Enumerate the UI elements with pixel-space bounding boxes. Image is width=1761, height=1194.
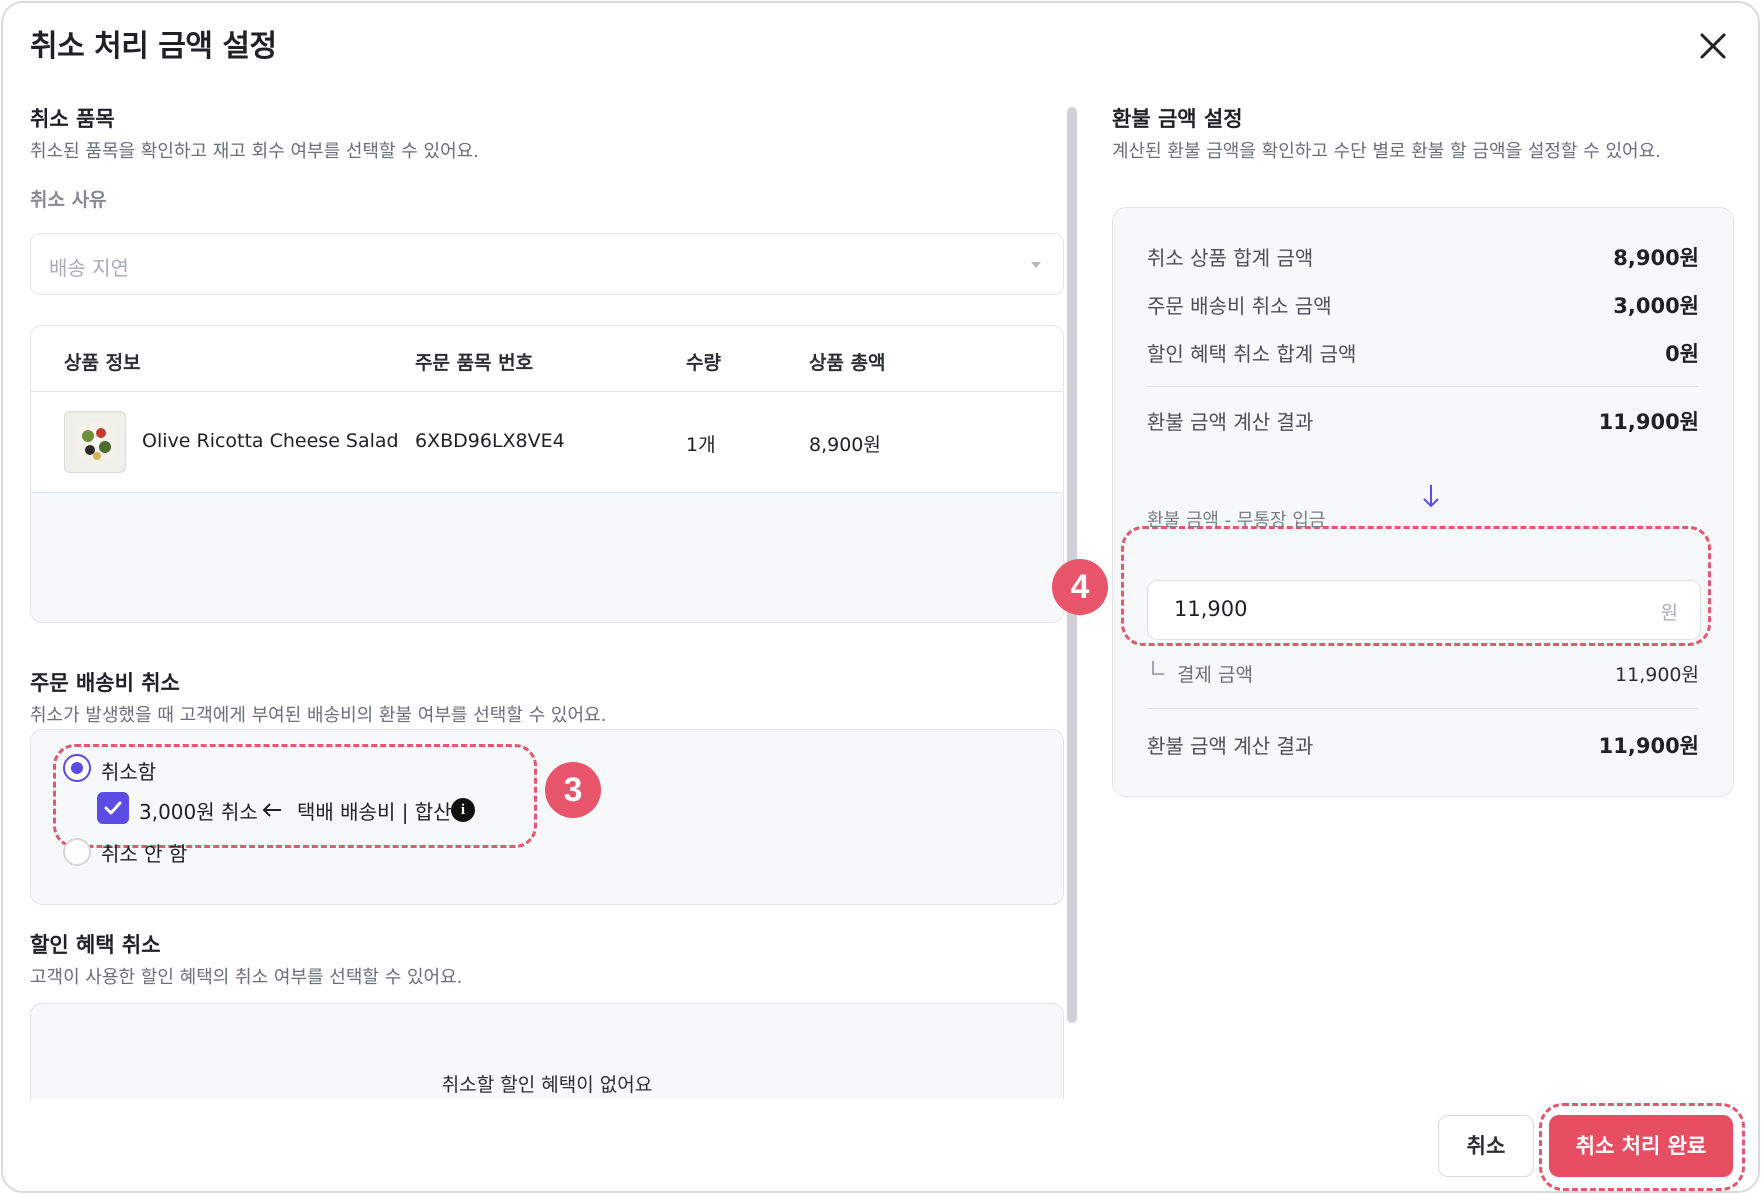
refund-description: 계산된 환불 금액을 확인하고 수단 별로 환불 할 금액을 설정할 수 있어요…: [1112, 141, 1661, 162]
refund-amount-input[interactable]: 11,900 원: [1147, 580, 1701, 640]
shipping-fee-checkbox-label: 3,000원 취소: [139, 800, 258, 824]
shipping-cancel-amount-label: 주문 배송비 취소 금액: [1147, 294, 1332, 318]
cancel-product-total-value: 8,900원: [1613, 246, 1699, 270]
refund-amount-value: 11,900: [1174, 597, 1248, 621]
column-header-qty: 수량: [686, 352, 721, 374]
radio-no-cancel-label: 취소 안 함: [101, 842, 188, 866]
payment-amount-label: 결제 금액: [1177, 664, 1253, 686]
refund-calc-value: 11,900원: [1598, 410, 1699, 434]
radio-no-cancel[interactable]: [63, 838, 91, 866]
table-row: Olive Ricotta Cheese Salad 6XBD96LX8VE4 …: [31, 392, 1063, 493]
refund-method-label: 환불 금액 - 무통장 입금: [1147, 510, 1326, 531]
annotation-badge-3: 3: [545, 762, 601, 818]
shipping-fee-source: 택배 배송비 | 합산: [297, 800, 452, 824]
cancel-reason-label: 취소 사유: [30, 189, 107, 211]
shipping-fee-checkbox[interactable]: [97, 792, 129, 824]
cancel-reason-select[interactable]: 배송 지연: [30, 233, 1064, 295]
final-refund-value: 11,900원: [1598, 734, 1699, 758]
discount-cancel-title: 할인 혜택 취소: [30, 933, 161, 957]
refund-summary-card: 취소 상품 합계 금액 8,900원 주문 배송비 취소 금액 3,000원 할…: [1112, 207, 1734, 797]
refund-amount-unit: 원: [1660, 602, 1678, 624]
cancel-reason-value: 배송 지연: [49, 256, 129, 280]
shipping-cancel-title: 주문 배송비 취소: [30, 671, 180, 695]
product-thumbnail: [64, 411, 126, 473]
cancel-product-total-label: 취소 상품 합계 금액: [1147, 246, 1314, 270]
payment-amount-value: 11,900원: [1615, 664, 1699, 686]
check-icon: [104, 801, 122, 815]
product-name: Olive Ricotta Cheese Salad: [142, 430, 399, 452]
annotation-badge-4: 4: [1052, 559, 1108, 615]
info-icon[interactable]: i: [451, 798, 475, 822]
radio-cancel-label: 취소함: [101, 760, 157, 784]
cancel-button[interactable]: 취소: [1438, 1115, 1534, 1177]
product-total: 8,900원: [809, 434, 881, 456]
column-header-total: 상품 총액: [809, 352, 886, 374]
chevron-down-icon: [1031, 262, 1041, 268]
discount-list: 취소할 할인 혜택이 없어요: [30, 1003, 1064, 1099]
divider: [1147, 386, 1699, 387]
shipping-cancel-options: 취소함 3,000원 취소 택배 배송비 | 합산 i 취소 안 함 3: [30, 729, 1064, 905]
shipping-cancel-amount-value: 3,000원: [1613, 294, 1699, 318]
arrow-left-icon: [262, 803, 281, 817]
cancel-amount-modal: 취소 처리 금액 설정 취소 품목 취소된 품목을 확인하고 재고 회수 여부를…: [1, 1, 1760, 1193]
sub-item-icon: [1152, 661, 1164, 675]
divider: [1147, 708, 1699, 709]
discount-cancel-total-label: 할인 혜택 취소 합계 금액: [1147, 342, 1357, 366]
table-header: 상품 정보 주문 품목 번호 수량 상품 총액: [31, 326, 1063, 392]
complete-cancel-button[interactable]: 취소 처리 완료: [1549, 1115, 1733, 1177]
quantity: 1개: [686, 434, 716, 456]
final-refund-label: 환불 금액 계산 결과: [1147, 734, 1314, 758]
cancel-items-title: 취소 품목: [30, 107, 115, 131]
modal-title: 취소 처리 금액 설정: [30, 29, 277, 64]
refund-calc-label: 환불 금액 계산 결과: [1147, 410, 1314, 434]
order-item-number: 6XBD96LX8VE4: [415, 430, 565, 452]
column-header-product: 상품 정보: [64, 352, 141, 374]
cancel-items-table: 상품 정보 주문 품목 번호 수량 상품 총액 Olive Ricotta Ch…: [30, 325, 1064, 623]
shipping-cancel-description: 취소가 발생했을 때 고객에게 부여된 배송비의 환불 여부를 선택할 수 있어…: [30, 705, 607, 726]
cancel-items-description: 취소된 품목을 확인하고 재고 회수 여부를 선택할 수 있어요.: [30, 141, 479, 162]
discount-empty-message: 취소할 할인 혜택이 없어요: [441, 1074, 653, 1096]
close-icon[interactable]: [1696, 29, 1730, 63]
refund-title: 환불 금액 설정: [1112, 107, 1243, 131]
column-header-item-no: 주문 품목 번호: [415, 352, 534, 374]
left-panel: 취소 품목 취소된 품목을 확인하고 재고 회수 여부를 선택할 수 있어요. …: [30, 103, 1066, 1099]
arrow-down-icon: [1423, 485, 1439, 508]
discount-cancel-description: 고객이 사용한 할인 혜택의 취소 여부를 선택할 수 있어요.: [30, 967, 463, 988]
radio-cancel[interactable]: [63, 754, 91, 782]
discount-cancel-total-value: 0원: [1665, 342, 1699, 366]
